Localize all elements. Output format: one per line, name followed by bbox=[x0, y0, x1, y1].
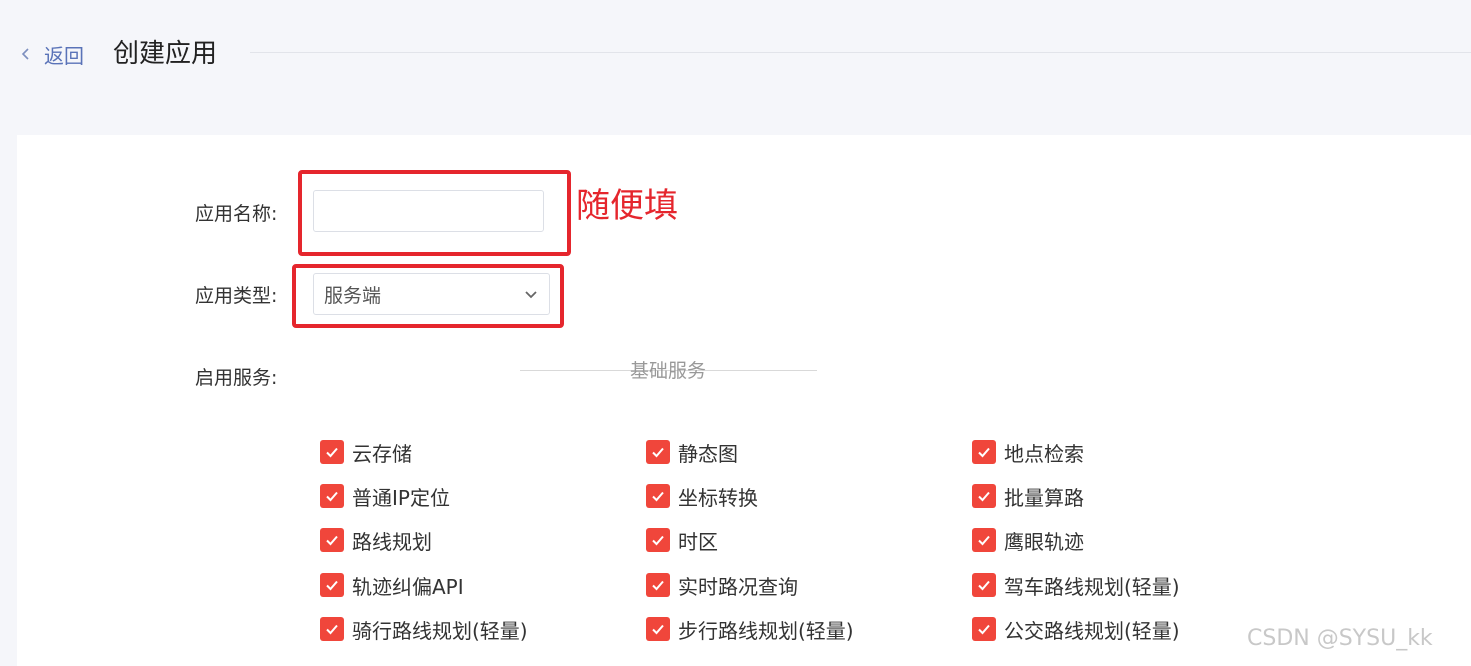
checkbox-checked-icon[interactable] bbox=[646, 440, 670, 464]
service-label: 云存储 bbox=[352, 441, 412, 466]
app-name-label: 应用名称: bbox=[195, 203, 278, 225]
service-label: 时区 bbox=[678, 529, 718, 554]
service-checkbox-item[interactable]: 批量算路 bbox=[972, 481, 1084, 511]
service-checkbox-item[interactable]: 公交路线规划(轻量) bbox=[972, 614, 1180, 644]
service-label: 鹰眼轨迹 bbox=[1004, 529, 1084, 554]
service-checkbox-item[interactable]: 云存储 bbox=[320, 437, 412, 467]
checkbox-checked-icon[interactable] bbox=[646, 617, 670, 641]
chevron-left-icon bbox=[21, 48, 29, 60]
checkbox-checked-icon[interactable] bbox=[646, 528, 670, 552]
checkbox-checked-icon[interactable] bbox=[320, 573, 344, 597]
service-checkbox-item[interactable]: 轨迹纠偏API bbox=[320, 570, 464, 600]
service-label: 路线规划 bbox=[352, 529, 432, 554]
service-checkbox-item[interactable]: 鹰眼轨迹 bbox=[972, 525, 1084, 555]
page-title: 创建应用 bbox=[113, 39, 218, 69]
checkbox-checked-icon[interactable] bbox=[972, 484, 996, 508]
app-type-label: 应用类型: bbox=[195, 285, 278, 307]
service-checkbox-item[interactable]: 地点检索 bbox=[972, 437, 1084, 467]
checkbox-checked-icon[interactable] bbox=[972, 440, 996, 464]
checkbox-checked-icon[interactable] bbox=[320, 617, 344, 641]
section-title-basic: 基础服务 bbox=[629, 360, 706, 382]
service-label: 坐标转换 bbox=[678, 485, 758, 510]
checkbox-checked-icon[interactable] bbox=[972, 617, 996, 641]
service-checkbox-item[interactable]: 路线规划 bbox=[320, 525, 432, 555]
header-divider bbox=[250, 52, 1471, 53]
service-label: 公交路线规划(轻量) bbox=[1004, 618, 1180, 643]
service-label: 批量算路 bbox=[1004, 485, 1084, 510]
service-label: 骑行路线规划(轻量) bbox=[352, 618, 528, 643]
service-label: 驾车路线规划(轻量) bbox=[1004, 574, 1180, 599]
service-label: 地点检索 bbox=[1004, 441, 1084, 466]
watermark: CSDN @SYSU_kk bbox=[1247, 626, 1433, 651]
checkbox-checked-icon[interactable] bbox=[646, 484, 670, 508]
service-label: 轨迹纠偏API bbox=[352, 574, 464, 599]
service-label: 静态图 bbox=[678, 441, 738, 466]
annotation-box-name bbox=[298, 170, 571, 256]
service-label: 普通IP定位 bbox=[352, 485, 450, 510]
back-label: 返回 bbox=[44, 43, 84, 68]
checkbox-checked-icon[interactable] bbox=[972, 573, 996, 597]
service-checkbox-item[interactable]: 步行路线规划(轻量) bbox=[646, 614, 854, 644]
back-link[interactable]: 返回 bbox=[18, 38, 84, 70]
service-checkbox-item[interactable]: 驾车路线规划(轻量) bbox=[972, 570, 1180, 600]
page-header: 返回 创建应用 bbox=[0, 0, 1471, 110]
service-checkbox-item[interactable]: 骑行路线规划(轻量) bbox=[320, 614, 528, 644]
checkbox-checked-icon[interactable] bbox=[320, 484, 344, 508]
service-checkbox-item[interactable]: 静态图 bbox=[646, 437, 738, 467]
annotation-text: 随便填 bbox=[576, 186, 678, 226]
checkbox-checked-icon[interactable] bbox=[320, 440, 344, 464]
service-checkbox-item[interactable]: 普通IP定位 bbox=[320, 481, 450, 511]
services-label: 启用服务: bbox=[195, 367, 278, 389]
service-checkbox-item[interactable]: 实时路况查询 bbox=[646, 570, 798, 600]
service-checkbox-item[interactable]: 时区 bbox=[646, 525, 718, 555]
checkbox-checked-icon[interactable] bbox=[972, 528, 996, 552]
checkbox-checked-icon[interactable] bbox=[320, 528, 344, 552]
annotation-box-type bbox=[292, 264, 564, 328]
checkbox-checked-icon[interactable] bbox=[646, 573, 670, 597]
service-label: 步行路线规划(轻量) bbox=[678, 618, 854, 643]
service-label: 实时路况查询 bbox=[678, 574, 798, 599]
service-checkbox-item[interactable]: 坐标转换 bbox=[646, 481, 758, 511]
